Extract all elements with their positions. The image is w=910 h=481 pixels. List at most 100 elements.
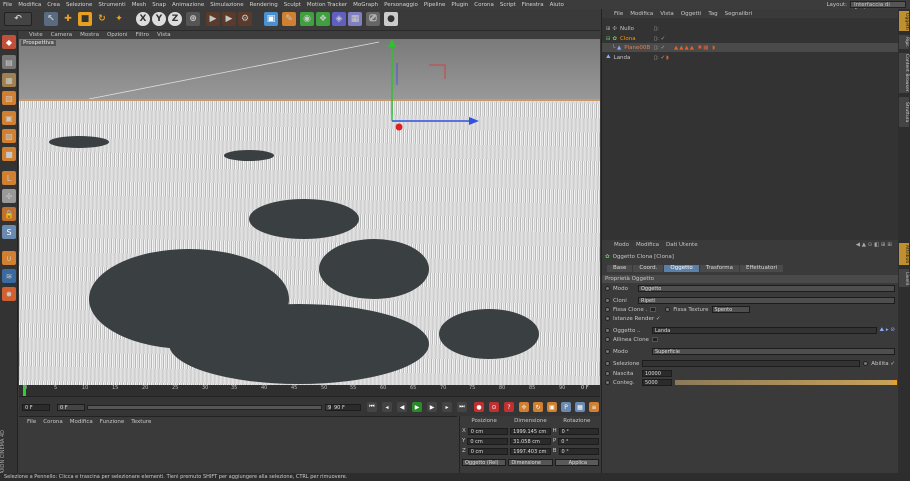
obj-menu-vista[interactable]: Vista: [660, 11, 674, 17]
menu-script[interactable]: Script: [500, 2, 516, 8]
menu-crea[interactable]: Crea: [47, 2, 60, 8]
light-icon[interactable]: ●: [384, 12, 398, 26]
mat-menu-file[interactable]: File: [27, 419, 36, 425]
subdivision-icon[interactable]: ◉: [300, 12, 314, 26]
axis-y-icon[interactable]: Y: [152, 12, 166, 26]
vp-menu-filtro[interactable]: Filtro: [136, 32, 149, 38]
mat-menu-funzione[interactable]: Funzione: [100, 419, 124, 425]
key-param-icon[interactable]: P: [561, 402, 571, 412]
next-key-icon[interactable]: ▸: [442, 402, 452, 412]
axis-z-icon[interactable]: Z: [168, 12, 182, 26]
make-editable-icon[interactable]: ◆: [2, 35, 16, 49]
clones-dropdown[interactable]: Ripeti: [638, 297, 895, 304]
visibility-icon[interactable]: ▯: ✓: [654, 36, 665, 42]
vp-menu-camera[interactable]: Camera: [51, 32, 73, 38]
anim-dot[interactable]: [605, 328, 610, 333]
coord-mode-dropdown[interactable]: Oggetto (Rel): [462, 458, 507, 466]
tab-coord[interactable]: Coord.: [633, 265, 664, 272]
deformer-icon[interactable]: ◈: [332, 12, 346, 26]
goto-start-icon[interactable]: ⏮: [367, 402, 377, 412]
menu-corona[interactable]: Corona: [474, 2, 494, 8]
timeline-options-icon[interactable]: ≡: [589, 402, 599, 412]
anim-dot[interactable]: [605, 286, 610, 291]
camera-icon[interactable]: ⎚: [366, 12, 380, 26]
anim-dot[interactable]: [605, 337, 610, 342]
menu-animazione[interactable]: Animazione: [172, 2, 204, 8]
frame-range-slider[interactable]: [87, 405, 322, 410]
material-tags-icon[interactable]: ▲▲▲▲ ✖▦ ◗: [674, 45, 716, 51]
start-frame-field[interactable]: 0 F: [57, 404, 85, 411]
rotate-icon[interactable]: ↻: [95, 12, 109, 26]
menu-mesh[interactable]: Mesh: [132, 2, 146, 8]
menu-mograph[interactable]: MoGraph: [353, 2, 378, 8]
menu-motion-tracker[interactable]: Motion Tracker: [307, 2, 347, 8]
timeline-ruler[interactable]: 0 5 10 15 20 25 30 35 40 45 50 55 60 65 …: [19, 385, 600, 396]
attr-menu-dati-utente[interactable]: Dati Utente: [666, 242, 698, 248]
anim-dot[interactable]: [863, 361, 869, 366]
cloner-icon[interactable]: ❖: [316, 12, 330, 26]
menu-aiuto[interactable]: Aiuto: [550, 2, 564, 8]
move-icon[interactable]: ✚: [61, 12, 75, 26]
distribution-dropdown[interactable]: Superficie: [652, 348, 895, 355]
menu-selezione[interactable]: Selezione: [66, 2, 92, 8]
texture-mode-icon[interactable]: ▦: [2, 73, 16, 87]
model-mode-icon[interactable]: ▤: [2, 55, 16, 69]
side-tab-attributi[interactable]: Attributi: [899, 243, 909, 265]
key-pla-icon[interactable]: ▦: [575, 402, 585, 412]
object-row[interactable]: ⊞ ✣ Nullo ▯:: [602, 24, 899, 33]
side-tab-oggetti[interactable]: Oggetti: [899, 11, 909, 31]
menu-pipeline[interactable]: Pipeline: [424, 2, 446, 8]
menu-file[interactable]: File: [3, 2, 12, 8]
render-settings-icon[interactable]: ⚙: [238, 12, 252, 26]
mode-dropdown[interactable]: Oggetto: [638, 285, 895, 292]
play-icon[interactable]: ▶: [412, 402, 422, 412]
workplane-icon[interactable]: ▧: [2, 91, 16, 105]
render-view-icon[interactable]: ▶: [206, 12, 220, 26]
side-tab-content-browser[interactable]: Content Browser: [899, 53, 909, 93]
edges-mode-icon[interactable]: ▨: [2, 129, 16, 143]
obj-menu-modifica[interactable]: Modifica: [630, 11, 653, 17]
apply-button[interactable]: Applica: [554, 458, 599, 466]
menu-simulazione[interactable]: Simulazione: [210, 2, 243, 8]
rotation-b-field[interactable]: 0 °: [558, 447, 600, 455]
uv-mode-icon[interactable]: L: [2, 171, 16, 185]
anim-dot[interactable]: [605, 361, 610, 366]
menu-snap[interactable]: Snap: [152, 2, 166, 8]
select-arrow-icon[interactable]: ↖: [44, 12, 58, 26]
anim-dot[interactable]: [605, 307, 610, 312]
mat-menu-corona[interactable]: Corona: [43, 419, 63, 425]
obj-menu-segnalibri[interactable]: Segnalibri: [725, 11, 753, 17]
layout-dropdown[interactable]: Interfaccia di Avvio: [850, 1, 906, 14]
tool-icon[interactable]: ✦: [112, 12, 126, 26]
tab-base[interactable]: Base: [607, 265, 633, 272]
tab-effettuatori[interactable]: Effettuatori: [740, 265, 784, 272]
scale-icon[interactable]: ■: [78, 12, 92, 26]
points-mode-icon[interactable]: ▣: [2, 111, 16, 125]
visibility-icon[interactable]: ▯: ✓: [654, 45, 665, 51]
mat-menu-modifica[interactable]: Modifica: [70, 419, 93, 425]
tab-trasforma[interactable]: Trasforma: [699, 265, 740, 272]
object-row[interactable]: └ ▲ Plane00B ▯: ✓ ▲▲▲▲ ✖▦ ◗: [602, 43, 899, 52]
render-picture-icon[interactable]: ▶: [222, 12, 236, 26]
magnet-icon[interactable]: ∪: [2, 251, 16, 265]
end-frame-field-2[interactable]: 90 F: [331, 404, 361, 411]
count-slider[interactable]: [675, 380, 897, 385]
playhead[interactable]: [23, 385, 26, 396]
autokey-icon[interactable]: ⊙: [489, 402, 499, 412]
enable-checkbox[interactable]: Abilita ✓: [871, 361, 895, 367]
bomb-icon[interactable]: ✸: [2, 287, 16, 301]
fix-texture-dropdown[interactable]: Spento: [711, 306, 750, 313]
anim-dot[interactable]: [605, 371, 610, 376]
lock-icon[interactable]: 🔒: [2, 207, 16, 221]
snap-icon[interactable]: S: [2, 225, 16, 239]
align-clone-checkbox[interactable]: [651, 337, 658, 342]
undo-icon[interactable]: ↶: [4, 12, 32, 26]
key-rotation-icon[interactable]: ↻: [533, 402, 543, 412]
visibility-icon[interactable]: ▯:: [654, 26, 659, 32]
tab-oggetto[interactable]: Oggetto: [664, 265, 699, 272]
anim-dot[interactable]: [605, 380, 610, 385]
side-tab-livelli[interactable]: Livelli: [899, 269, 909, 287]
anim-dot[interactable]: [605, 349, 610, 354]
prev-key-icon[interactable]: ◂: [382, 402, 392, 412]
coord-system-icon[interactable]: ⊕: [186, 12, 200, 26]
